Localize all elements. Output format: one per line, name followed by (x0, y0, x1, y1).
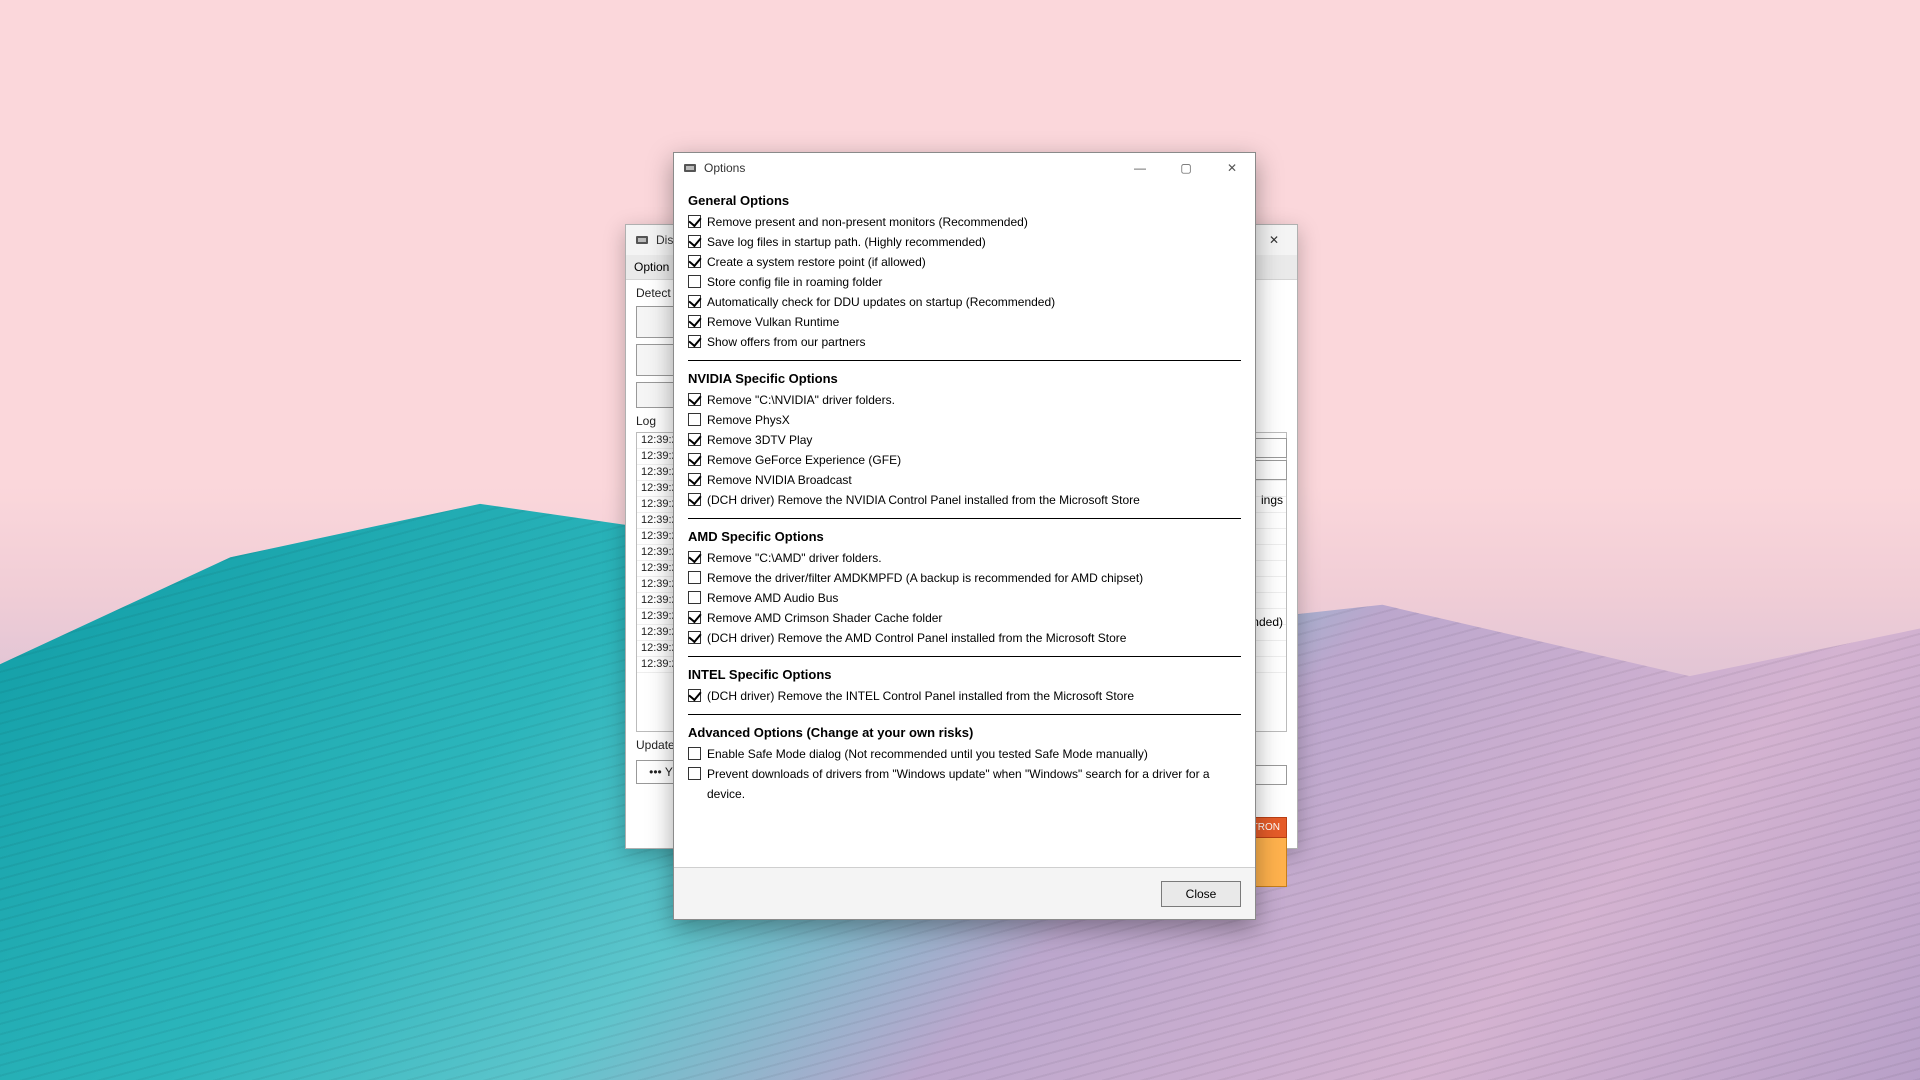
checkbox[interactable] (688, 275, 701, 288)
maximize-button[interactable]: ▢ (1163, 153, 1209, 183)
divider (688, 518, 1241, 519)
options-titlebar[interactable]: Options — ▢ ✕ (674, 153, 1255, 183)
option-amd-0[interactable]: Remove "C:\AMD" driver folders. (688, 548, 1241, 568)
option-label: Remove the driver/filter AMDKMPFD (A bac… (707, 568, 1143, 588)
option-label: (DCH driver) Remove the NVIDIA Control P… (707, 490, 1140, 510)
option-label: Remove PhysX (707, 410, 790, 430)
options-title: Options (704, 161, 745, 175)
checkbox[interactable] (688, 413, 701, 426)
checkbox[interactable] (688, 453, 701, 466)
option-label: Automatically check for DDU updates on s… (707, 292, 1055, 312)
main-window-title: Dis (656, 233, 673, 247)
checkbox[interactable] (688, 631, 701, 644)
section-heading-amd: AMD Specific Options (688, 529, 1241, 544)
option-label: Prevent downloads of drivers from "Windo… (707, 764, 1241, 804)
option-general-5[interactable]: Remove Vulkan Runtime (688, 312, 1241, 332)
option-label: (DCH driver) Remove the AMD Control Pane… (707, 628, 1126, 648)
option-general-0[interactable]: Remove present and non-present monitors … (688, 212, 1241, 232)
option-label: Show offers from our partners (707, 332, 866, 352)
close-button[interactable]: Close (1161, 881, 1241, 907)
minimize-button[interactable]: — (1117, 153, 1163, 183)
checkbox[interactable] (688, 215, 701, 228)
checkbox[interactable] (688, 473, 701, 486)
option-general-4[interactable]: Automatically check for DDU updates on s… (688, 292, 1241, 312)
option-nvidia-0[interactable]: Remove "C:\NVIDIA" driver folders. (688, 390, 1241, 410)
checkbox[interactable] (688, 611, 701, 624)
options-footer: Close (674, 867, 1255, 919)
option-advanced-0[interactable]: Enable Safe Mode dialog (Not recommended… (688, 744, 1241, 764)
option-label: Remove AMD Audio Bus (707, 588, 838, 608)
options-dialog: Options — ▢ ✕ General Options Remove pre… (673, 152, 1256, 920)
section-heading-nvidia: NVIDIA Specific Options (688, 371, 1241, 386)
option-label: Remove "C:\NVIDIA" driver folders. (707, 390, 895, 410)
option-nvidia-1[interactable]: Remove PhysX (688, 410, 1241, 430)
options-body: General Options Remove present and non-p… (674, 183, 1255, 867)
option-label: Remove NVIDIA Broadcast (707, 470, 852, 490)
checkbox[interactable] (688, 235, 701, 248)
option-label: Remove present and non-present monitors … (707, 212, 1028, 232)
option-general-6[interactable]: Show offers from our partners (688, 332, 1241, 352)
main-window-close-button[interactable]: ✕ (1251, 225, 1297, 255)
checkbox[interactable] (688, 315, 701, 328)
option-amd-1[interactable]: Remove the driver/filter AMDKMPFD (A bac… (688, 568, 1241, 588)
checkbox[interactable] (688, 295, 701, 308)
checkbox[interactable] (688, 591, 701, 604)
option-general-3[interactable]: Store config file in roaming folder (688, 272, 1241, 292)
option-label: (DCH driver) Remove the INTEL Control Pa… (707, 686, 1134, 706)
close-window-button[interactable]: ✕ (1209, 153, 1255, 183)
divider (688, 656, 1241, 657)
option-nvidia-3[interactable]: Remove GeForce Experience (GFE) (688, 450, 1241, 470)
side-text-nded: nded) (1252, 615, 1283, 629)
option-general-1[interactable]: Save log files in startup path. (Highly … (688, 232, 1241, 252)
section-heading-intel: INTEL Specific Options (688, 667, 1241, 682)
checkbox[interactable] (688, 433, 701, 446)
option-nvidia-4[interactable]: Remove NVIDIA Broadcast (688, 470, 1241, 490)
option-general-2[interactable]: Create a system restore point (if allowe… (688, 252, 1241, 272)
option-label: Remove GeForce Experience (GFE) (707, 450, 901, 470)
option-label: Create a system restore point (if allowe… (707, 252, 926, 272)
checkbox[interactable] (688, 493, 701, 506)
section-heading-advanced: Advanced Options (Change at your own ris… (688, 725, 1241, 740)
option-label: Save log files in startup path. (Highly … (707, 232, 986, 252)
option-label: Remove 3DTV Play (707, 430, 812, 450)
divider (688, 360, 1241, 361)
checkbox[interactable] (688, 335, 701, 348)
menu-options[interactable]: Option (634, 260, 669, 274)
option-amd-2[interactable]: Remove AMD Audio Bus (688, 588, 1241, 608)
checkbox[interactable] (688, 393, 701, 406)
option-amd-4[interactable]: (DCH driver) Remove the AMD Control Pane… (688, 628, 1241, 648)
checkbox[interactable] (688, 747, 701, 760)
option-label: Store config file in roaming folder (707, 272, 882, 292)
option-label: Remove "C:\AMD" driver folders. (707, 548, 882, 568)
side-text-ings: ings (1261, 493, 1283, 507)
checkbox[interactable] (688, 551, 701, 564)
option-nvidia-5[interactable]: (DCH driver) Remove the NVIDIA Control P… (688, 490, 1241, 510)
option-label: Remove Vulkan Runtime (707, 312, 839, 332)
option-intel-0[interactable]: (DCH driver) Remove the INTEL Control Pa… (688, 686, 1241, 706)
option-advanced-1[interactable]: Prevent downloads of drivers from "Windo… (688, 764, 1241, 804)
checkbox[interactable] (688, 767, 701, 780)
option-label: Remove AMD Crimson Shader Cache folder (707, 608, 942, 628)
option-amd-3[interactable]: Remove AMD Crimson Shader Cache folder (688, 608, 1241, 628)
checkbox[interactable] (688, 571, 701, 584)
checkbox[interactable] (688, 689, 701, 702)
divider (688, 714, 1241, 715)
option-label: Enable Safe Mode dialog (Not recommended… (707, 744, 1148, 764)
option-nvidia-2[interactable]: Remove 3DTV Play (688, 430, 1241, 450)
app-icon (682, 160, 698, 176)
checkbox[interactable] (688, 255, 701, 268)
app-icon (634, 232, 650, 248)
section-heading-general: General Options (688, 193, 1241, 208)
